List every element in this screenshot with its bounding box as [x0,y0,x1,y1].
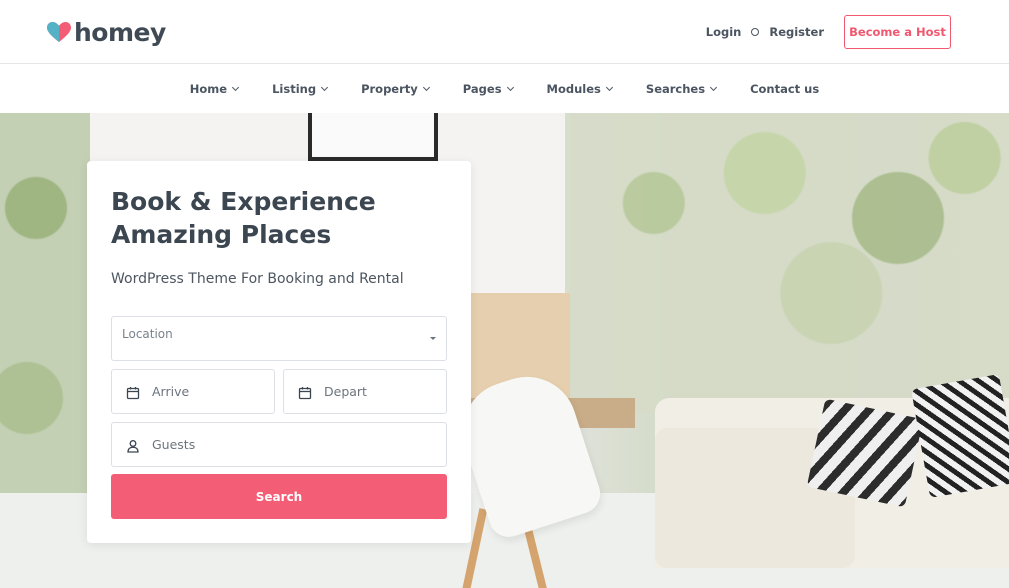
calendar-icon [126,385,140,400]
nav-item-label: Home [189,82,228,96]
booking-search-card: Book & Experience Amazing Places WordPre… [87,161,471,543]
nav-item-home[interactable]: Home [173,82,255,96]
guests-field[interactable]: Guests [111,422,447,467]
heart-logo-icon [46,21,72,43]
site-header: homey Login Register Become a Host [0,0,1009,64]
calendar-icon [298,385,312,400]
arrive-date-field[interactable]: Arrive [111,369,275,414]
location-placeholder: Location [122,327,173,341]
nav-item-label: Listing [272,82,317,96]
chevron-down-icon [710,83,718,92]
depart-placeholder: Depart [324,384,367,399]
nav-item-label: Pages [462,82,502,96]
chevron-down-icon [506,83,514,92]
guests-placeholder: Guests [152,437,196,452]
main-nav: Home Listing Property Pages Modules Sear… [0,65,1009,113]
nav-item-listing[interactable]: Listing [255,82,344,96]
location-select[interactable]: Location [111,316,447,361]
caret-down-icon [430,337,436,340]
chevron-down-icon [605,83,613,92]
logo-text: homey [74,17,166,47]
nav-item-pages[interactable]: Pages [446,82,530,96]
nav-item-label: Searches [645,82,706,96]
login-link[interactable]: Login [706,25,742,39]
nav-item-property[interactable]: Property [344,82,446,96]
wall-art-frame [308,113,438,161]
nav-item-label: Contact us [750,82,820,96]
nav-item-label: Property [361,82,418,96]
nav-item-contact-us[interactable]: Contact us [733,82,836,96]
auth-links: Login Register Become a Host [706,15,951,49]
chevron-down-icon [422,83,430,92]
depart-date-field[interactable]: Depart [283,369,447,414]
user-icon [126,438,140,453]
arrive-placeholder: Arrive [152,384,190,399]
logo[interactable]: homey [46,17,166,47]
register-link[interactable]: Register [769,25,824,39]
hero-subtitle: WordPress Theme For Booking and Rental [111,271,404,287]
nav-item-searches[interactable]: Searches [629,82,733,96]
nav-item-label: Modules [546,82,601,96]
hero-title: Book & Experience Amazing Places [111,187,376,249]
become-host-button[interactable]: Become a Host [844,15,951,49]
chevron-down-icon [321,83,329,92]
nav-item-modules[interactable]: Modules [530,82,629,96]
chevron-down-icon [232,83,240,92]
search-button[interactable]: Search [111,474,447,519]
separator-circle-icon [751,28,760,36]
